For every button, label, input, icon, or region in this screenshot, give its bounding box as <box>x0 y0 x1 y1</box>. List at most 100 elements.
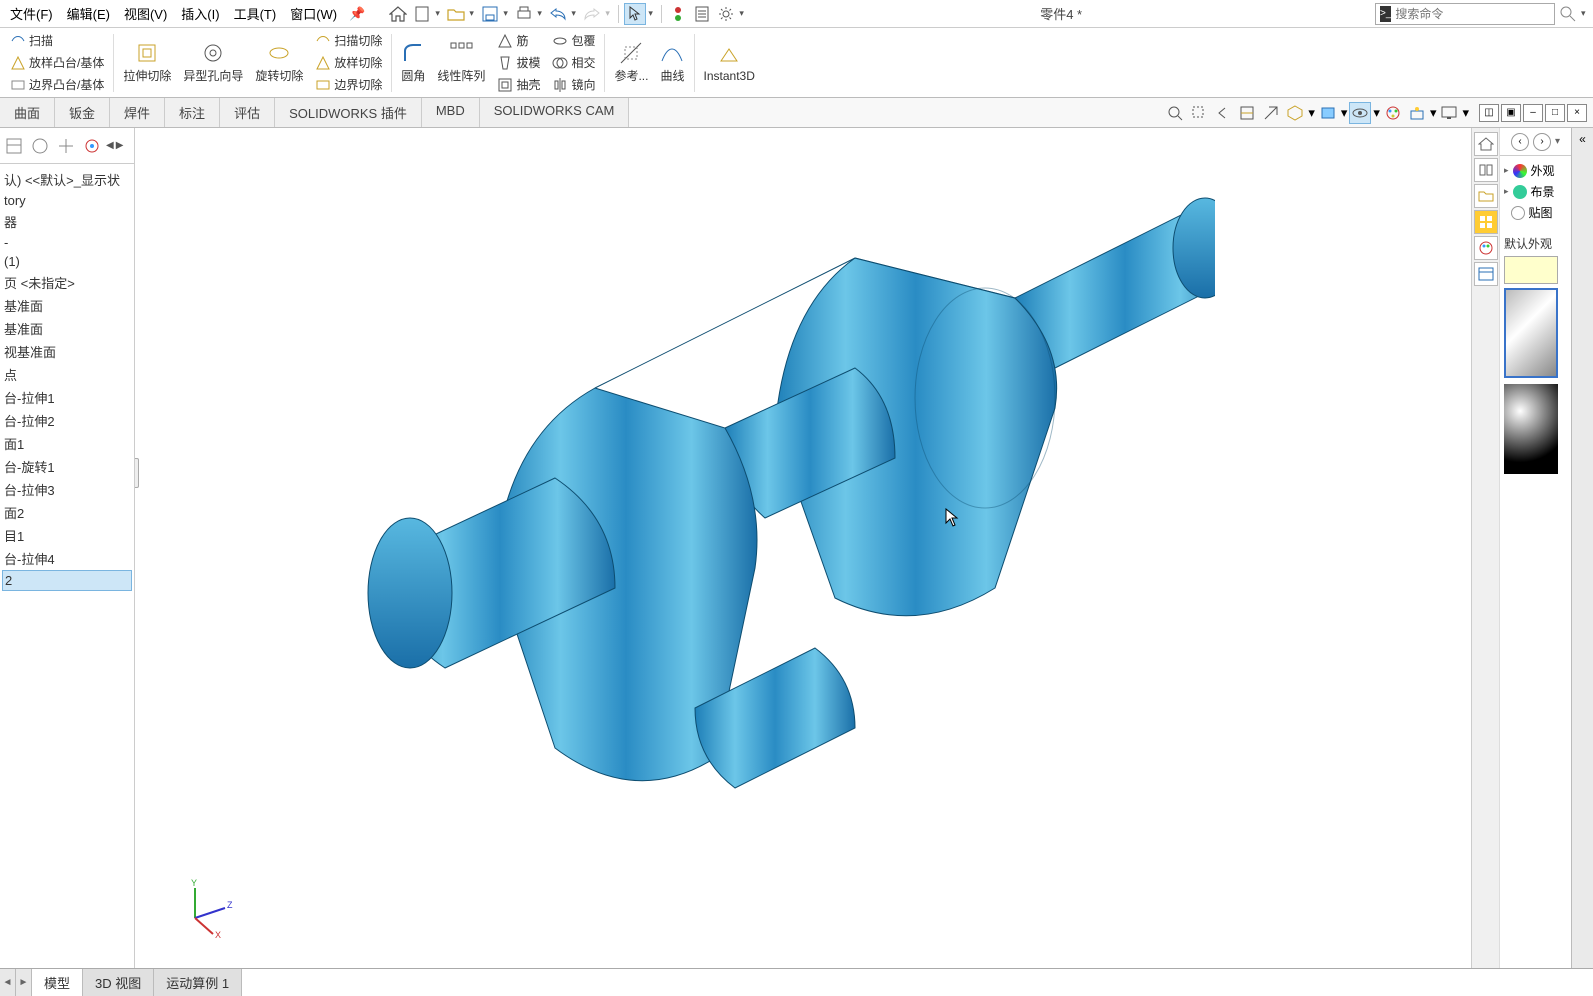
display-style-dropdown[interactable]: ▾ <box>1341 105 1348 121</box>
new-icon[interactable] <box>411 3 433 25</box>
menu-insert[interactable]: 插入(I) <box>175 1 225 26</box>
taskpane-fileexplorer-icon[interactable] <box>1474 184 1498 208</box>
win-close-icon[interactable]: × <box>1567 104 1587 122</box>
tree-item[interactable]: 台-拉伸2 <box>2 409 132 432</box>
boundary-cut-button[interactable]: 边界切除 <box>313 75 384 95</box>
save-dropdown[interactable]: ▾ <box>503 8 511 19</box>
tree-tab-right-arrow[interactable]: ▶ <box>116 140 124 151</box>
zoom-area-icon[interactable] <box>1188 102 1210 124</box>
select-dropdown[interactable]: ▾ <box>648 8 656 19</box>
redo-dropdown[interactable]: ▾ <box>605 8 613 19</box>
search-icon[interactable] <box>1557 3 1579 25</box>
tree-splitter-handle[interactable]: ⋮ <box>135 458 139 488</box>
reference-geometry-button[interactable]: 参考... <box>608 31 654 95</box>
btab-scroll-right[interactable]: ► <box>16 969 32 996</box>
tree-root[interactable]: 认) <<默认>_显示状 <box>2 168 132 191</box>
tree-tab-property-icon[interactable] <box>28 132 52 160</box>
settings-dropdown[interactable]: ▾ <box>739 8 747 19</box>
select-icon[interactable] <box>624 3 646 25</box>
display-style-icon[interactable] <box>1317 102 1339 124</box>
extrude-cut-button[interactable]: 拉伸切除 <box>117 31 177 95</box>
menu-file[interactable]: 文件(F) <box>4 1 59 26</box>
btab-3dviews[interactable]: 3D 视图 <box>83 969 154 996</box>
curves-button[interactable]: 曲线 <box>654 31 690 95</box>
open-dropdown[interactable]: ▾ <box>469 8 477 19</box>
tree-tab-config-icon[interactable] <box>54 132 78 160</box>
rebuild-icon[interactable] <box>667 3 689 25</box>
hide-show-dropdown[interactable]: ▾ <box>1373 105 1380 121</box>
tab-annotate[interactable]: 标注 <box>165 98 220 127</box>
scan-button[interactable]: 扫描 <box>8 31 106 51</box>
options-doc-icon[interactable] <box>691 3 713 25</box>
shell-button[interactable]: 抽壳 <box>495 75 542 95</box>
draft-button[interactable]: 拔模 <box>495 53 542 73</box>
dynamic-annotation-icon[interactable] <box>1260 102 1282 124</box>
tab-surface[interactable]: 曲面 <box>0 98 55 127</box>
tree-item[interactable]: (1) <box>2 252 132 271</box>
undo-dropdown[interactable]: ▾ <box>571 8 579 19</box>
tree-item[interactable]: 基准面 <box>2 317 132 340</box>
tab-sw-cam[interactable]: SOLIDWORKS CAM <box>480 98 630 127</box>
tree-item[interactable]: 点 <box>2 363 132 386</box>
tree-item[interactable]: 器 <box>2 210 132 233</box>
linear-pattern-button[interactable]: 线性阵列 <box>431 31 491 95</box>
view-settings-icon[interactable] <box>1438 102 1460 124</box>
section-view-icon[interactable] <box>1236 102 1258 124</box>
tree-item[interactable]: tory <box>2 191 132 210</box>
fillet-button[interactable]: 圆角 <box>395 31 431 95</box>
win-maximize-icon[interactable]: □ <box>1545 104 1565 122</box>
tree-tab-feature-icon[interactable] <box>2 132 26 160</box>
taskpane-collapse-icon[interactable]: « <box>1579 132 1586 146</box>
taskpane-appearance-icon[interactable] <box>1474 236 1498 260</box>
tree-item[interactable]: - <box>2 233 132 252</box>
loft-button[interactable]: 放样凸台/基体 <box>8 53 106 73</box>
edit-appearance-icon[interactable] <box>1382 102 1404 124</box>
undo-icon[interactable] <box>547 3 569 25</box>
win-minimize-icon[interactable]: – <box>1523 104 1543 122</box>
tree-item[interactable]: 台-拉伸4 <box>2 547 132 570</box>
command-search[interactable]: >_ <box>1375 3 1555 25</box>
tree-tab-dimxpert-icon[interactable] <box>80 132 104 160</box>
taskpane-library-icon[interactable] <box>1474 158 1498 182</box>
panel-fwd-icon[interactable]: › <box>1533 133 1551 151</box>
open-icon[interactable] <box>445 3 467 25</box>
tree-item[interactable]: 面2 <box>2 501 132 524</box>
revolve-cut-button[interactable]: 旋转切除 <box>249 31 309 95</box>
view-settings-dropdown[interactable]: ▾ <box>1462 105 1469 121</box>
settings-gear-icon[interactable] <box>715 3 737 25</box>
tab-weldments[interactable]: 焊件 <box>110 98 165 127</box>
tree-item[interactable]: 台-拉伸3 <box>2 478 132 501</box>
hole-wizard-button[interactable]: 异型孔向导 <box>177 31 249 95</box>
home-icon[interactable] <box>387 3 409 25</box>
print-icon[interactable] <box>513 3 535 25</box>
intersect-button[interactable]: 相交 <box>550 53 597 73</box>
appearance-color-swatch[interactable] <box>1504 256 1558 284</box>
taskpane-viewpalette-icon[interactable] <box>1474 210 1498 234</box>
panel-menu-dropdown[interactable]: ▾ <box>1555 136 1560 147</box>
tree-item[interactable]: 台-旋转1 <box>2 455 132 478</box>
menu-edit[interactable]: 编辑(E) <box>61 1 116 26</box>
zoom-fit-icon[interactable] <box>1164 102 1186 124</box>
menu-tools[interactable]: 工具(T) <box>228 1 283 26</box>
scene-tree-root[interactable]: ▸布景 <box>1504 181 1567 202</box>
wrap-button[interactable]: 包覆 <box>550 31 597 51</box>
instant3d-button[interactable]: Instant3D <box>698 31 761 95</box>
view-orient-dropdown[interactable]: ▾ <box>1308 105 1315 121</box>
print-dropdown[interactable]: ▾ <box>537 8 545 19</box>
apply-scene-icon[interactable] <box>1406 102 1428 124</box>
scan-cut-button[interactable]: 扫描切除 <box>313 31 384 51</box>
view-orientation-icon[interactable] <box>1284 102 1306 124</box>
save-icon[interactable] <box>479 3 501 25</box>
tree-item[interactable]: 台-拉伸1 <box>2 386 132 409</box>
btab-scroll-left[interactable]: ◄ <box>0 969 16 996</box>
orientation-triad[interactable]: Y Z X <box>175 878 235 938</box>
boundary-button[interactable]: 边界凸台/基体 <box>8 75 106 95</box>
mirror-button[interactable]: 镜向 <box>550 75 597 95</box>
tree-tab-left-arrow[interactable]: ◀ <box>106 140 114 151</box>
panel-back-icon[interactable]: ‹ <box>1511 133 1529 151</box>
tree-item[interactable]: 面1 <box>2 432 132 455</box>
hide-show-icon[interactable] <box>1349 102 1371 124</box>
tab-evaluate[interactable]: 评估 <box>220 98 275 127</box>
tab-mbd[interactable]: MBD <box>422 98 480 127</box>
menu-window[interactable]: 窗口(W) <box>284 1 343 26</box>
